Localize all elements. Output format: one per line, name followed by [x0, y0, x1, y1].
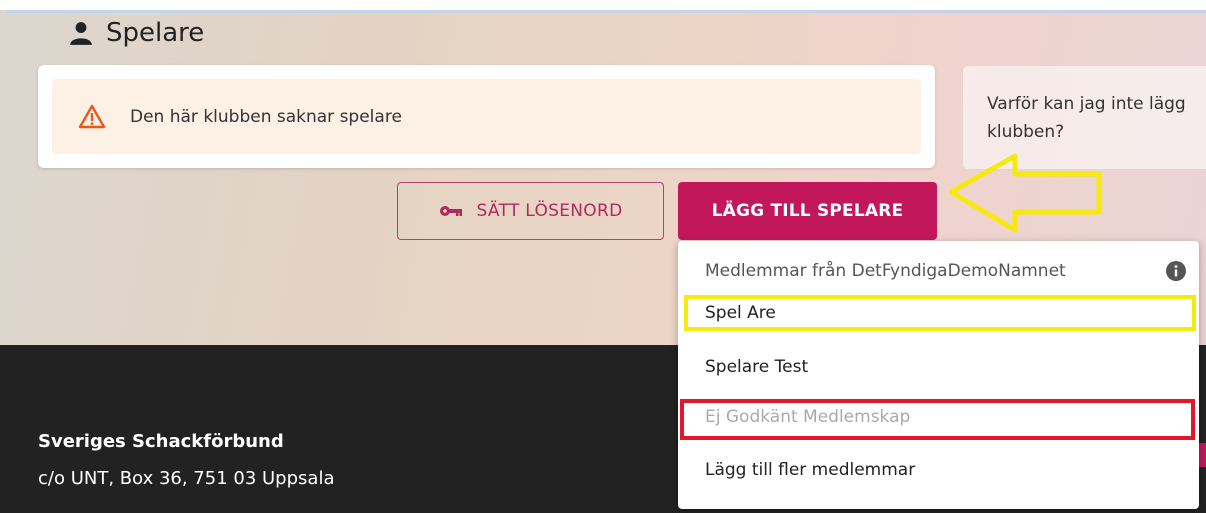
dropdown-header: Medlemmar från DetFyndigaDemoNamnet [705, 261, 1066, 281]
alert-message: Den här klubben saknar spelare [130, 106, 402, 127]
add-player-button[interactable]: LÄGG TILL SPELARE [678, 182, 937, 240]
warning-icon [78, 104, 106, 128]
annotation-highlight-yellow [684, 295, 1196, 331]
menu-item-add-more[interactable]: Lägg till fler medlemmar [705, 460, 915, 480]
annotation-arrow-icon [948, 153, 1102, 233]
add-player-dropdown: Medlemmar från DetFyndigaDemoNamnet Spel… [678, 241, 1199, 509]
footer-org-name: Sveriges Schackförbund [38, 431, 284, 452]
alert-card: Den här klubben saknar spelare [38, 65, 935, 168]
footer-address: c/o UNT, Box 36, 751 03 Uppsala [38, 468, 335, 489]
section-title: Spelare [106, 18, 205, 48]
section-heading: Spelare [68, 18, 204, 48]
annotation-highlight-red [680, 399, 1195, 440]
help-card-text-line1: Varför kan jag inte lägg [987, 94, 1186, 114]
set-password-button[interactable]: SÄTT LÖSENORD [397, 182, 664, 240]
info-icon[interactable] [1166, 261, 1186, 281]
person-icon [70, 22, 92, 45]
set-password-label: SÄTT LÖSENORD [476, 201, 623, 221]
footer-edge-accent [1199, 443, 1206, 467]
help-card-text-line2: klubben? [987, 122, 1065, 142]
menu-item-spelare-test[interactable]: Spelare Test [705, 357, 808, 377]
key-icon [439, 206, 462, 216]
alert-banner: Den här klubben saknar spelare [52, 79, 921, 154]
top-edge [0, 0, 1206, 10]
top-edge-accent [6, 10, 1206, 13]
add-player-label: LÄGG TILL SPELARE [711, 201, 904, 221]
